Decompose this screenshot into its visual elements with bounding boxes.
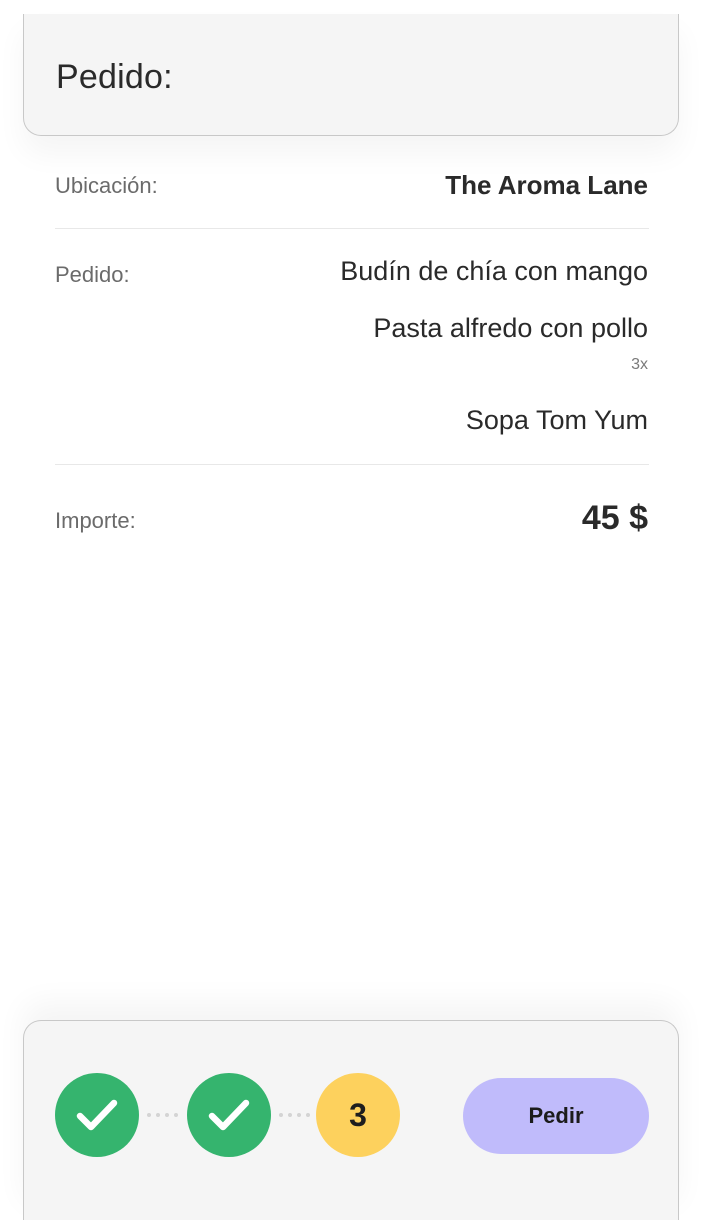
order-summary-screen: Pedido: Ubicación: The Aroma Lane Pedido… xyxy=(0,0,704,1220)
check-icon xyxy=(76,1099,118,1131)
amount-label: Importe: xyxy=(55,508,136,533)
page-title: Pedido: xyxy=(56,58,173,96)
order-item-name: Budín de chía con mango xyxy=(340,256,648,286)
location-value: The Aroma Lane xyxy=(445,170,648,200)
step-3-current: 3 xyxy=(316,1073,400,1157)
step-1-completed xyxy=(55,1073,139,1157)
step-2-completed xyxy=(187,1073,271,1157)
step-connector xyxy=(139,1108,185,1122)
header-card: Pedido: xyxy=(23,14,679,136)
amount-value: 45 $ xyxy=(581,499,648,537)
step-connector xyxy=(271,1108,317,1122)
order-item-name: Sopa Tom Yum xyxy=(465,405,648,435)
order-item-name: Pasta alfredo con pollo xyxy=(373,313,648,343)
location-label: Ubicación: xyxy=(55,173,158,198)
order-item-quantity: 3x xyxy=(631,356,648,373)
order-label: Pedido: xyxy=(55,262,130,287)
check-icon xyxy=(208,1099,250,1131)
order-button[interactable]: Pedir xyxy=(463,1078,649,1154)
divider xyxy=(55,228,649,229)
divider xyxy=(55,464,649,465)
